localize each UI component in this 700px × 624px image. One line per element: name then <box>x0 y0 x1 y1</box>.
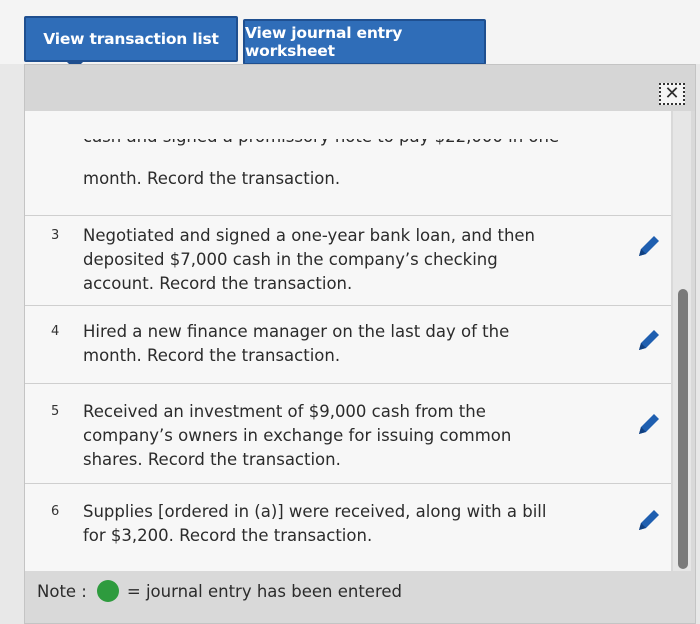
transaction-text: Hired a new finance manager on the last … <box>83 322 510 365</box>
pencil-edit-icon[interactable] <box>635 328 661 354</box>
list-item: 5 Received an investment of $9,000 cash … <box>25 383 671 483</box>
list-item: 6 Supplies [ordered in (a)] were receive… <box>25 483 671 571</box>
transaction-list-panel: ✕ cash and signed a promissory note to p… <box>24 64 696 624</box>
close-icon[interactable]: ✕ <box>659 83 685 105</box>
tab-bar: View transaction list View journal entry… <box>0 0 700 70</box>
partial-transaction-text: cash and signed a promissory note to pay… <box>83 127 560 146</box>
transaction-text: month. Record the transaction. <box>83 169 341 188</box>
transaction-text: Supplies [ordered in (a)] were received,… <box>83 502 547 545</box>
list-item: cash and signed a promissory note to pay… <box>25 111 671 215</box>
legend-note: Note : = journal entry has been entered <box>25 571 671 611</box>
transaction-text: Negotiated and signed a one-year bank lo… <box>83 226 536 293</box>
pencil-edit-icon[interactable] <box>635 412 661 438</box>
transaction-list: cash and signed a promissory note to pay… <box>25 111 671 571</box>
transaction-text: Received an investment of $9,000 cash fr… <box>83 402 512 469</box>
entered-status-dot-icon <box>96 580 119 602</box>
transaction-number: 5 <box>51 404 60 419</box>
pencil-edit-icon[interactable] <box>635 234 661 260</box>
tab-view-transaction-list[interactable]: View transaction list <box>24 16 238 70</box>
tab-view-journal-entry-worksheet[interactable]: View journal entry worksheet <box>243 19 486 65</box>
scrollbar-thumb[interactable] <box>678 289 688 569</box>
transaction-number: 3 <box>51 228 60 243</box>
list-item: 4 Hired a new finance manager on the las… <box>25 305 671 383</box>
panel-header: ✕ <box>25 65 695 111</box>
list-item: 3 Negotiated and signed a one-year bank … <box>25 215 671 305</box>
note-legend-text: = journal entry has been entered <box>126 581 403 601</box>
note-label: Note : <box>37 581 87 601</box>
transaction-number: 6 <box>51 504 60 519</box>
transaction-number: 4 <box>51 324 60 339</box>
pencil-edit-icon[interactable] <box>635 508 661 534</box>
